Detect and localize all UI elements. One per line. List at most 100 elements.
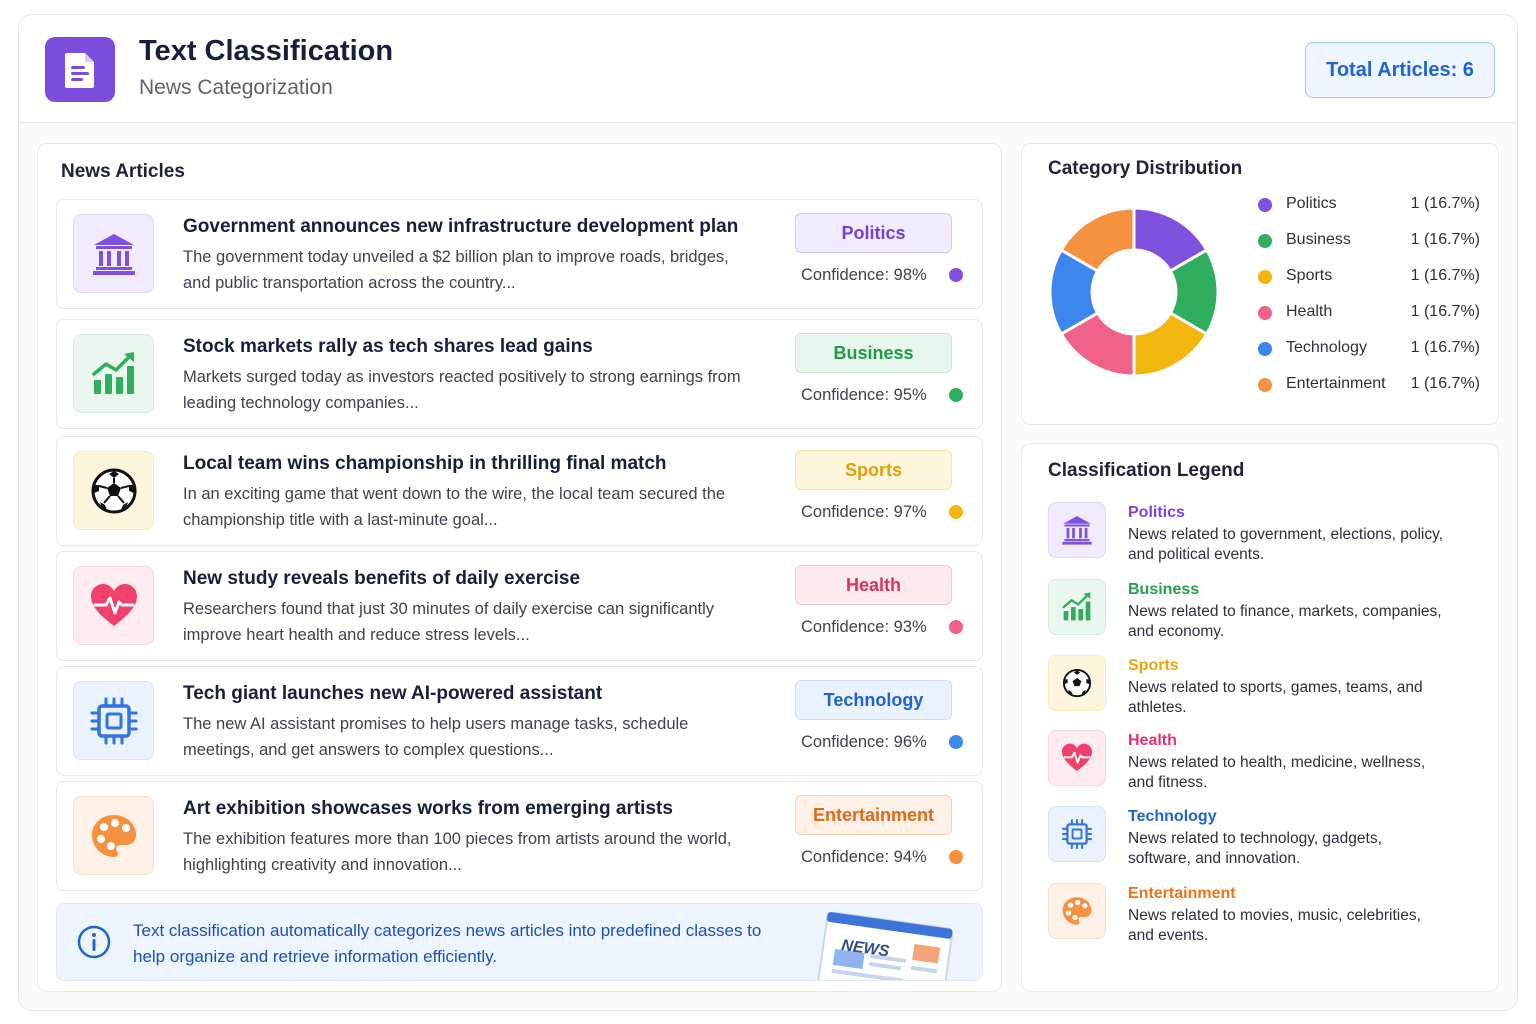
info-banner: Text classification automatically catego… bbox=[56, 903, 983, 981]
legend-item-sports: Sports News related to sports, games, te… bbox=[1048, 655, 1478, 717]
legend-category-name: Sports bbox=[1128, 657, 1179, 674]
legend-item-health: Health News related to health, medicine,… bbox=[1048, 730, 1478, 792]
category-badge: Technology bbox=[795, 680, 952, 720]
article-summary: In an exciting game that went down to th… bbox=[183, 485, 726, 529]
distribution-category: Health bbox=[1286, 303, 1333, 320]
article-summary: The new AI assistant promises to help us… bbox=[183, 715, 689, 759]
cpu-chip-icon bbox=[1048, 806, 1106, 862]
distribution-value: 1 (16.7%) bbox=[1410, 339, 1480, 356]
legend-category-description: News related to sports, games, teams, an… bbox=[1128, 679, 1423, 716]
category-dot bbox=[949, 505, 963, 519]
total-articles-badge: Total Articles: 6 bbox=[1305, 42, 1495, 98]
article-title: New study reveals benefits of daily exer… bbox=[183, 568, 581, 589]
distribution-value: 1 (16.7%) bbox=[1410, 267, 1480, 284]
confidence-score: Confidence: 95% bbox=[801, 386, 927, 404]
legend-dot bbox=[1258, 378, 1272, 392]
distribution-row: Technology 1 (16.7%) bbox=[1258, 338, 1480, 362]
category-badge: Politics bbox=[795, 213, 952, 253]
distribution-row: Politics 1 (16.7%) bbox=[1258, 194, 1480, 218]
legend-category-description: News related to technology, gadgets, sof… bbox=[1128, 830, 1382, 867]
confidence-score: Confidence: 93% bbox=[801, 618, 927, 636]
distribution-category: Entertainment bbox=[1286, 375, 1386, 392]
page-title: Text Classification bbox=[139, 35, 394, 67]
article-summary: The exhibition features more than 100 pi… bbox=[183, 830, 732, 874]
soccer-ball-icon bbox=[1048, 655, 1106, 711]
paint-palette-icon bbox=[1048, 883, 1106, 939]
category-badge: Business bbox=[795, 333, 952, 373]
confidence-score: Confidence: 96% bbox=[801, 733, 927, 751]
soccer-ball-icon bbox=[73, 451, 154, 530]
category-badge: Entertainment bbox=[795, 795, 952, 835]
article-title: Local team wins championship in thrillin… bbox=[183, 453, 667, 474]
article-summary: Researchers found that just 30 minutes o… bbox=[183, 600, 715, 644]
distribution-category: Business bbox=[1286, 231, 1351, 248]
legend-category-name: Politics bbox=[1128, 504, 1185, 521]
confidence-score: Confidence: 98% bbox=[801, 266, 927, 284]
distribution-value: 1 (16.7%) bbox=[1410, 303, 1480, 320]
info-icon bbox=[77, 925, 111, 959]
article-card[interactable]: Local team wins championship in thrillin… bbox=[56, 436, 983, 546]
page-subtitle: News Categorization bbox=[139, 76, 333, 99]
legend-dot bbox=[1258, 306, 1272, 320]
legend-category-name: Entertainment bbox=[1128, 885, 1236, 902]
article-card[interactable]: Stock markets rally as tech shares lead … bbox=[56, 319, 983, 429]
category-dot bbox=[949, 620, 963, 634]
legend-category-description: News related to finance, markets, compan… bbox=[1128, 603, 1442, 640]
article-card[interactable]: Art exhibition showcases works from emer… bbox=[56, 781, 983, 891]
category-badge: Sports bbox=[795, 450, 952, 490]
classification-legend-panel: Classification Legend Politics News rela… bbox=[1021, 443, 1499, 992]
confidence-score: Confidence: 97% bbox=[801, 503, 927, 521]
legend-category-description: News related to movies, music, celebriti… bbox=[1128, 907, 1421, 944]
legend-category-description: News related to government, elections, p… bbox=[1128, 526, 1444, 563]
legend-dot bbox=[1258, 198, 1272, 212]
legend-item-technology: Technology News related to technology, g… bbox=[1048, 806, 1478, 868]
article-title: Tech giant launches new AI-powered assis… bbox=[183, 683, 603, 704]
heart-pulse-icon bbox=[73, 566, 154, 645]
category-dot bbox=[949, 735, 963, 749]
category-badge: Health bbox=[795, 565, 952, 605]
article-title: Stock markets rally as tech shares lead … bbox=[183, 336, 593, 357]
category-donut-chart bbox=[1048, 206, 1220, 378]
distribution-row: Sports 1 (16.7%) bbox=[1258, 266, 1480, 290]
legend-category-name: Business bbox=[1128, 581, 1200, 598]
chart-growth-icon bbox=[73, 334, 154, 413]
document-icon bbox=[45, 37, 115, 102]
legend-item-entertainment: Entertainment News related to movies, mu… bbox=[1048, 883, 1478, 945]
distribution-category: Sports bbox=[1286, 267, 1333, 284]
distribution-category: Technology bbox=[1286, 339, 1367, 356]
distribution-value: 1 (16.7%) bbox=[1410, 375, 1480, 392]
classification-legend-title: Classification Legend bbox=[1048, 460, 1245, 481]
article-summary: Markets surged today as investors reacte… bbox=[183, 368, 741, 412]
legend-category-name: Health bbox=[1128, 732, 1177, 749]
paint-palette-icon bbox=[73, 796, 154, 875]
article-summary: The government today unveiled a $2 billi… bbox=[183, 248, 729, 292]
category-distribution-panel: Category Distribution Politics 1 (16.7%)… bbox=[1021, 143, 1499, 425]
info-text: Text classification automatically catego… bbox=[133, 921, 762, 966]
distribution-row: Health 1 (16.7%) bbox=[1258, 302, 1480, 326]
distribution-value: 1 (16.7%) bbox=[1410, 195, 1480, 212]
article-card[interactable]: Tech giant launches new AI-powered assis… bbox=[56, 666, 983, 776]
category-distribution-title: Category Distribution bbox=[1048, 158, 1243, 179]
legend-item-politics: Politics News related to government, ele… bbox=[1048, 502, 1478, 564]
government-building-icon bbox=[1048, 502, 1106, 558]
app-header: Text Classification News Categorization … bbox=[19, 15, 1517, 123]
article-card[interactable]: New study reveals benefits of daily exer… bbox=[56, 551, 983, 661]
legend-dot bbox=[1258, 234, 1272, 248]
article-title: Art exhibition showcases works from emer… bbox=[183, 798, 673, 819]
heart-pulse-icon bbox=[1048, 730, 1106, 786]
article-title: Government announces new infrastructure … bbox=[183, 216, 739, 237]
category-dot bbox=[949, 388, 963, 402]
distribution-row: Entertainment 1 (16.7%) bbox=[1258, 374, 1480, 398]
category-dot bbox=[949, 268, 963, 282]
confidence-score: Confidence: 94% bbox=[801, 848, 927, 866]
government-building-icon bbox=[73, 214, 154, 293]
cpu-chip-icon bbox=[73, 681, 154, 760]
legend-category-description: News related to health, medicine, wellne… bbox=[1128, 754, 1426, 791]
distribution-category: Politics bbox=[1286, 195, 1337, 212]
article-card[interactable]: Government announces new infrastructure … bbox=[56, 199, 983, 309]
legend-dot bbox=[1258, 342, 1272, 356]
category-dot bbox=[949, 850, 963, 864]
news-articles-panel: News Articles Government announces new i… bbox=[37, 143, 1002, 992]
newspaper-icon: NEWS bbox=[805, 911, 965, 980]
distribution-value: 1 (16.7%) bbox=[1410, 231, 1480, 248]
